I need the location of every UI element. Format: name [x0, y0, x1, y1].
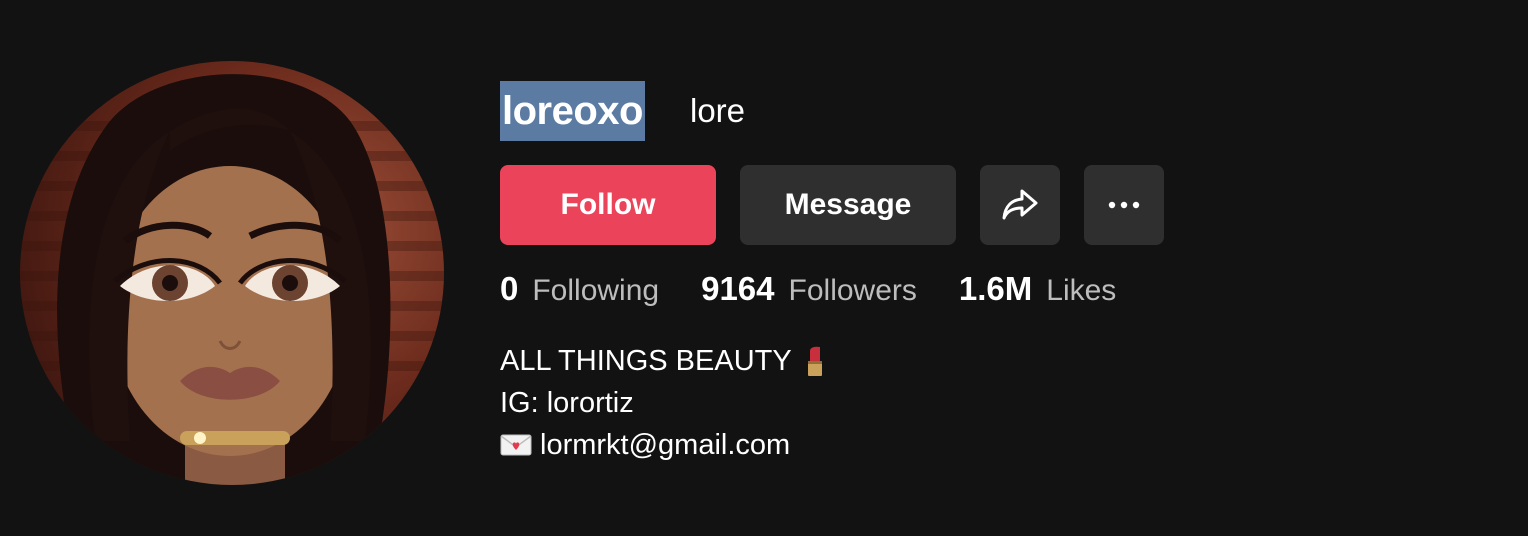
lipstick-icon — [807, 346, 822, 376]
nickname: lore — [690, 92, 746, 129]
bio-line-3: lormrkt@gmail.com — [500, 424, 828, 466]
bio: ALL THINGS BEAUTY IG: lorortiz lormrkt@g… — [500, 340, 828, 466]
more-dots-icon — [1108, 201, 1140, 209]
profile-stats: 0 Following 9164 Followers 1.6M Likes — [500, 270, 1158, 318]
likes-count: 1.6M — [958, 270, 1033, 307]
following-stat[interactable]: 0 Following — [500, 270, 659, 308]
avatar[interactable] — [20, 61, 444, 485]
bio-line-1: ALL THINGS BEAUTY — [500, 340, 828, 382]
message-button[interactable]: Message — [740, 165, 956, 245]
likes-label: Likes — [1046, 274, 1117, 307]
share-arrow-icon — [1002, 189, 1038, 220]
followers-stat[interactable]: 9164 Followers — [701, 270, 917, 308]
profile-page: loreoxo lore Follow Message 0 Following … — [0, 0, 1528, 536]
likes-stat: 1.6M Likes — [959, 270, 1116, 308]
follow-button[interactable]: Follow — [500, 165, 716, 245]
followers-count: 9164 — [701, 270, 775, 307]
followers-label: Followers — [788, 274, 917, 307]
bio-email[interactable]: lormrkt@gmail.com — [540, 424, 790, 466]
following-label: Following — [532, 274, 660, 307]
avatar-illustration — [20, 74, 444, 485]
following-count: 0 — [500, 270, 519, 307]
username: loreoxo — [500, 81, 645, 141]
bio-text-1: ALL THINGS BEAUTY — [500, 345, 792, 377]
more-button[interactable] — [1084, 165, 1164, 245]
love-letter-icon — [500, 434, 532, 456]
share-button[interactable] — [980, 165, 1060, 245]
bio-line-2: IG: lorortiz — [500, 387, 634, 419]
